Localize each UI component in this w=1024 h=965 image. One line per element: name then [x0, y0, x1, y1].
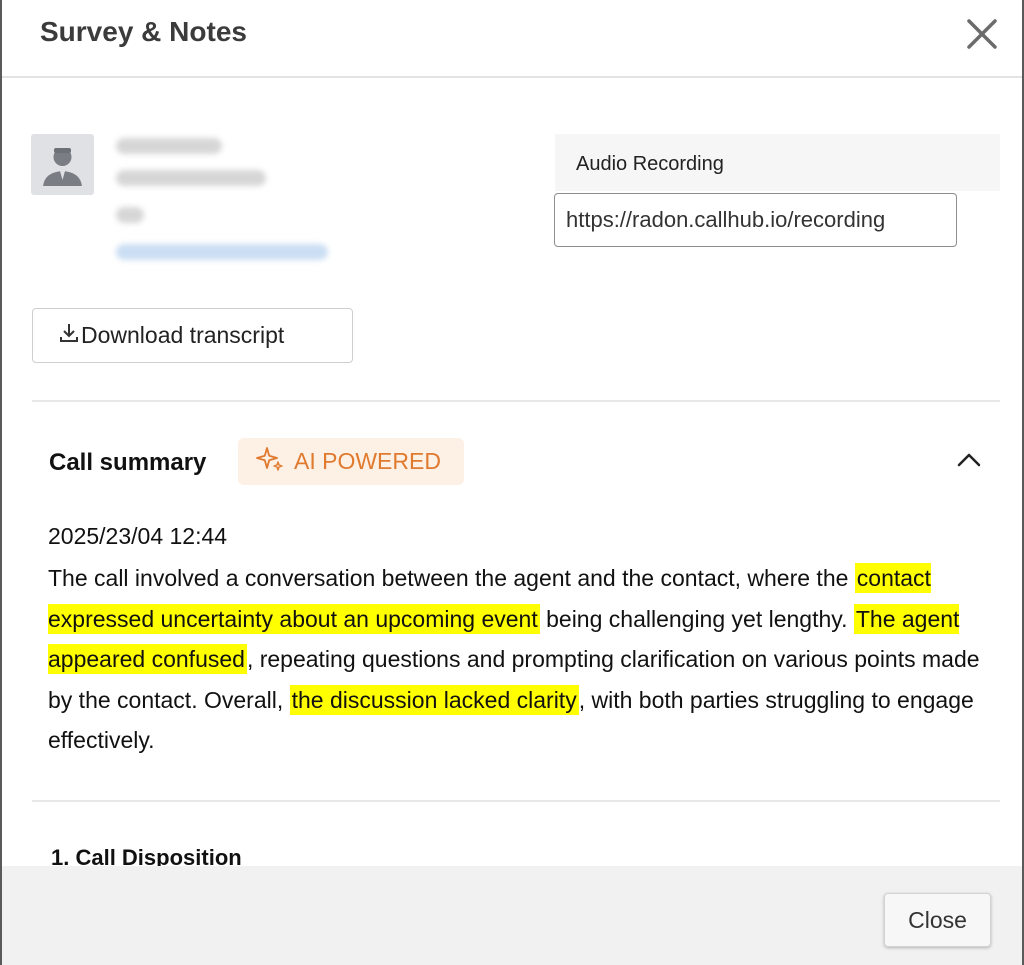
ai-powered-label: AI POWERED — [294, 448, 441, 474]
summary-text: The call involved a conversation between… — [48, 558, 998, 761]
recording-url-field[interactable] — [554, 193, 957, 247]
download-transcript-button[interactable]: Download transcript — [32, 308, 353, 363]
section-divider — [32, 400, 1000, 402]
sparkle-icon — [256, 446, 284, 477]
summary-segment: The call involved a conversation between… — [48, 565, 855, 591]
call-summary-title: Call summary — [49, 449, 207, 476]
section-divider — [32, 800, 1000, 802]
audio-recording-header: Audio Recording — [555, 134, 1000, 191]
close-icon[interactable] — [962, 14, 1002, 54]
chevron-up-icon[interactable] — [954, 446, 984, 472]
modal-header: Survey & Notes — [2, 0, 1022, 78]
audio-recording-label: Audio Recording — [576, 153, 724, 175]
user-avatar-icon — [31, 134, 94, 195]
summary-segment: being challenging yet lengthy. — [539, 605, 854, 632]
download-transcript-label: Download transcript — [81, 322, 285, 348]
close-button[interactable]: Close — [884, 893, 991, 947]
ai-powered-badge: AI POWERED — [238, 438, 464, 485]
modal-footer — [2, 866, 1022, 965]
survey-notes-modal: Survey & Notes Audio Recording https://r… — [0, 0, 1024, 965]
modal-title: Survey & Notes — [40, 16, 247, 47]
summary-timestamp: 2025/23/04 12:44 — [48, 523, 228, 549]
highlighted-phrase: the discussion lacked clarity — [289, 684, 579, 715]
download-icon — [59, 322, 79, 349]
